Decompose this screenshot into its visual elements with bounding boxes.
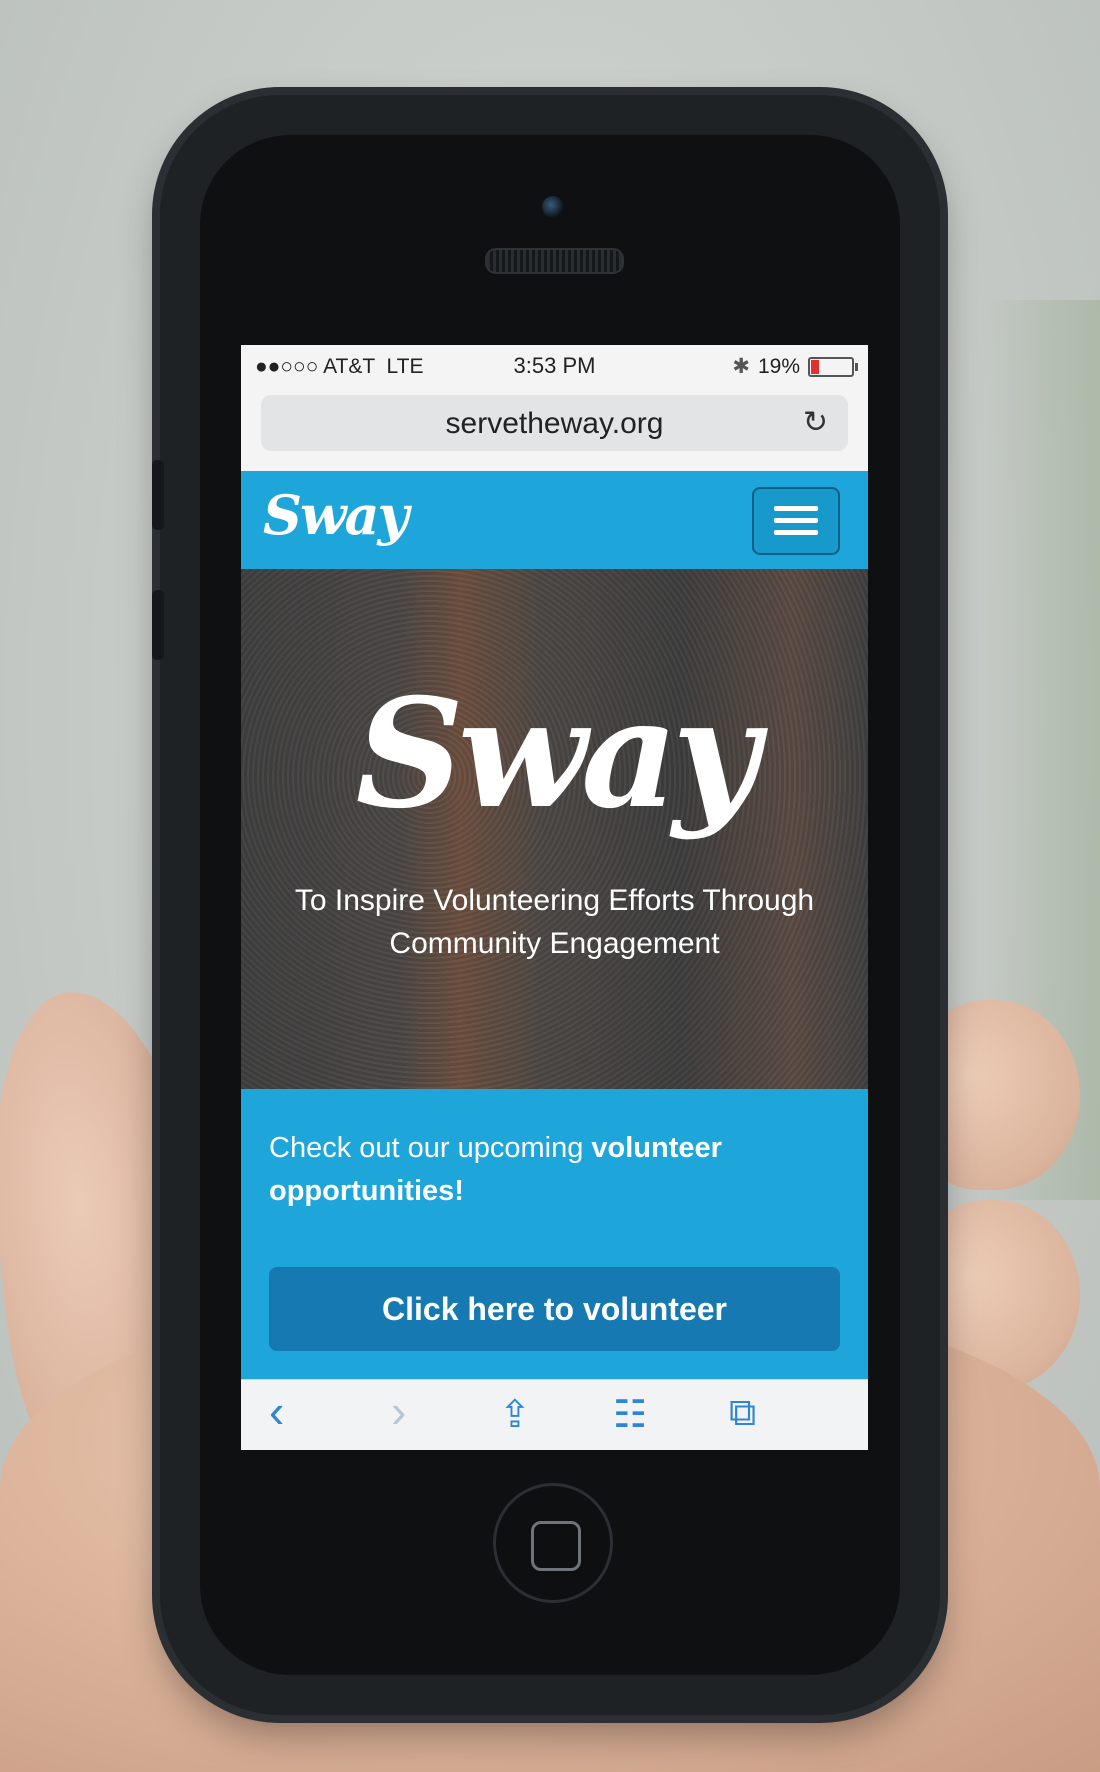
home-square-icon <box>531 1521 581 1571</box>
volume-up-button[interactable] <box>152 460 164 530</box>
forward-icon[interactable]: › <box>391 1384 406 1438</box>
bluetooth-icon: ✱ <box>732 355 750 378</box>
cta-section: Check out our upcoming volunteer opportu… <box>241 1089 868 1379</box>
tabs-icon[interactable]: ⧉ <box>729 1392 756 1435</box>
volume-down-button[interactable] <box>152 590 164 660</box>
hero-tagline: To Inspire Volunteering Efforts Through … <box>294 884 815 960</box>
cta-text-plain: Check out our upcoming <box>269 1132 592 1164</box>
site-logo-small[interactable]: Sway <box>263 483 409 547</box>
browser-toolbar: ‹ › ⇪ ☷ ⧉ <box>241 1379 868 1450</box>
earpiece-speaker <box>485 248 624 274</box>
bookmarks-icon[interactable]: ☷ <box>613 1392 647 1437</box>
front-camera <box>542 196 564 218</box>
hero-section: Sway To Inspire Volunteering Efforts Thr… <box>241 569 868 1089</box>
menu-bar-1 <box>774 506 818 511</box>
hero-logo: Sway <box>355 666 760 842</box>
site-header: Sway <box>241 471 868 569</box>
share-icon[interactable]: ⇪ <box>499 1392 531 1437</box>
back-icon[interactable]: ‹ <box>269 1384 284 1438</box>
menu-bar-2 <box>774 518 818 523</box>
hamburger-menu-icon[interactable] <box>752 487 840 555</box>
status-right: ✱ 19% <box>732 354 858 379</box>
cta-text: Check out our upcoming volunteer opportu… <box>269 1127 840 1213</box>
address-bar[interactable]: servetheway.org ↻ <box>261 395 848 451</box>
status-bar: ●●○○○ AT&T LTE 3:53 PM ✱ 19% <box>241 345 868 387</box>
battery-percent: 19% <box>757 354 800 378</box>
menu-bar-3 <box>774 530 818 535</box>
home-button[interactable] <box>493 1483 613 1603</box>
volunteer-button[interactable]: Click here to volunteer <box>269 1267 840 1351</box>
phone-screen: ●●○○○ AT&T LTE 3:53 PM ✱ 19% servetheway… <box>241 345 868 1450</box>
battery-fill <box>811 359 819 374</box>
reload-icon[interactable]: ↻ <box>803 405 828 440</box>
battery-icon <box>808 356 858 377</box>
url-text[interactable]: servetheway.org <box>261 407 848 441</box>
